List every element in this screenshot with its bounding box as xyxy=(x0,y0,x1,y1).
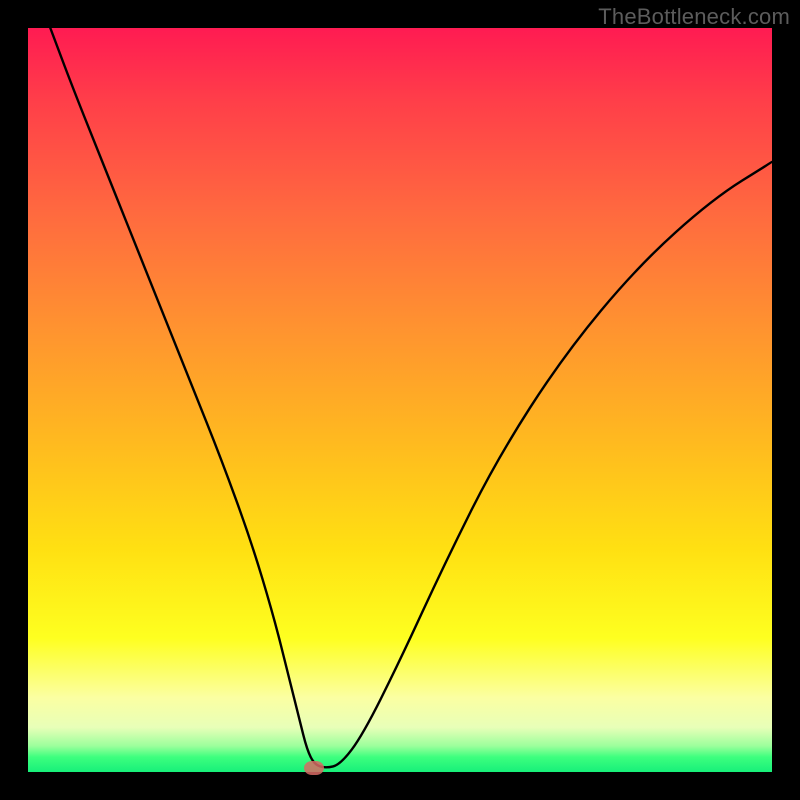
watermark-text: TheBottleneck.com xyxy=(598,4,790,30)
plot-area xyxy=(28,28,772,772)
chart-frame: TheBottleneck.com xyxy=(0,0,800,800)
optimal-point-marker xyxy=(304,761,324,775)
bottleneck-curve xyxy=(28,28,772,772)
